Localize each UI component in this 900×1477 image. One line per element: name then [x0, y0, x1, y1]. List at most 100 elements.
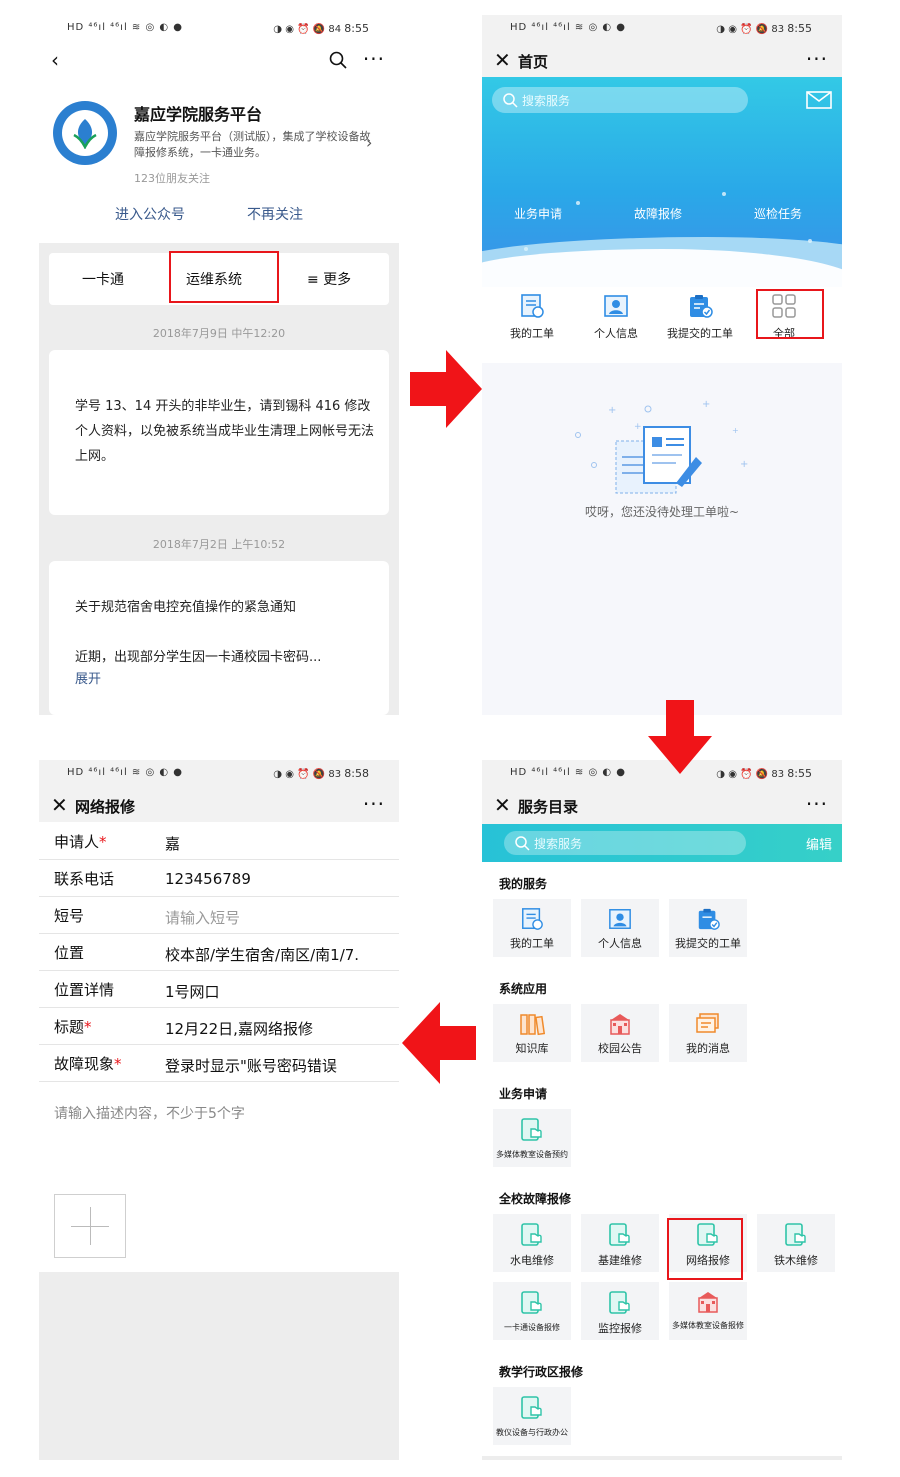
tile-monitor-repair[interactable]: 监控报修: [581, 1282, 659, 1340]
status-bar: HD ⁴⁶ıl ⁴⁶ıl ≋ ◎ ◐ ● ◑ ◉ ⏰ 🔕 83 8:55: [482, 15, 842, 41]
work-order-icon: [521, 294, 544, 318]
title-value[interactable]: 12月22日,嘉网络报修: [165, 1018, 387, 1039]
close-icon[interactable]: ✕: [51, 794, 68, 816]
tile-my-orders[interactable]: 我的工单: [493, 899, 571, 957]
battery-icon: 83: [771, 24, 785, 35]
phone-value[interactable]: 123456789: [165, 870, 387, 888]
quick-my-orders[interactable]: 我的工单: [490, 291, 574, 351]
tile-multimedia-repair[interactable]: 多媒体教室设备报修: [669, 1282, 747, 1340]
section-title: 我的服务: [499, 877, 548, 891]
clipboard-check-icon: [698, 908, 720, 930]
battery-icon: 83: [771, 769, 785, 780]
quick-submitted-orders[interactable]: 我提交的工单: [658, 291, 742, 351]
account-description: 嘉应学院服务平台（测试版），集成了学校设备故障报修系统，一卡通业务。: [134, 130, 371, 159]
field-location[interactable]: 位置 校本部/学生宿舍/南区/南1/7.: [39, 934, 399, 971]
svg-text:+: +: [608, 405, 616, 416]
message-card[interactable]: 学号 13、14 开头的非毕业生，请到锡科 416 修改个人资料，以免被系统当成…: [49, 350, 389, 515]
location-value[interactable]: 校本部/学生宿舍/南区/南1/7.: [165, 944, 387, 965]
symptom-value[interactable]: 登录时显示"账号密码错误: [165, 1055, 387, 1076]
add-image-button[interactable]: [54, 1194, 126, 1258]
banner-link-repair[interactable]: 故障报修: [634, 205, 682, 222]
page-title: 首页: [518, 53, 549, 71]
form-footer-area: [39, 1272, 399, 1460]
service-catalog-screen: HD ⁴⁶ıl ⁴⁶ıl ≋ ◎ ◐ ● ◑ ◉ ⏰ 🔕 83 8:55 ✕ 服…: [482, 760, 842, 1460]
arrow-right-icon: [410, 350, 482, 428]
account-name: 嘉应学院服务平台: [134, 105, 263, 124]
edit-button[interactable]: 编辑: [806, 834, 832, 853]
field-applicant[interactable]: 申请人* 嘉: [39, 823, 399, 860]
tablet-touch-icon: [521, 1118, 542, 1141]
search-icon[interactable]: [329, 51, 347, 69]
more-icon[interactable]: ···: [363, 792, 385, 816]
banner: 搜索服务 业务申请 故障报修 巡检任务: [482, 77, 842, 309]
arrow-left-icon: [402, 1002, 476, 1084]
tile-teaching-admin-repair[interactable]: 教仪设备与行政办公: [493, 1387, 571, 1445]
tile-my-messages[interactable]: 我的消息: [669, 1004, 747, 1062]
message-timestamp: 2018年7月2日 上午10:52: [152, 538, 286, 551]
battery-icon: 84: [328, 24, 342, 35]
back-icon[interactable]: ‹: [51, 49, 59, 71]
tile-iron-wood-repair[interactable]: 铁木维修: [757, 1214, 835, 1272]
tile-ecard-device-repair[interactable]: 一卡通设备报修: [493, 1282, 571, 1340]
status-right: ◑ ◉ ⏰ 🔕 83 8:55: [716, 22, 812, 35]
tablet-touch-icon: [521, 1291, 542, 1314]
tile-campus-notice[interactable]: 校园公告: [581, 1004, 659, 1062]
close-icon[interactable]: ✕: [494, 49, 511, 71]
status-left: HD ⁴⁶ıl ⁴⁶ıl ≋ ◎ ◐ ●: [510, 22, 626, 33]
school-building-icon: [698, 1292, 718, 1313]
enter-account-button[interactable]: 进入公众号: [115, 204, 185, 224]
unfollow-button[interactable]: 不再关注: [247, 204, 303, 224]
empty-document-icon: + + + + +: [575, 399, 748, 494]
search-input[interactable]: 搜索服务: [492, 87, 748, 113]
books-icon: [520, 1014, 545, 1036]
description-input[interactable]: 请输入描述内容，不少于5个字: [54, 1103, 245, 1123]
close-icon[interactable]: ✕: [494, 794, 511, 816]
work-order-icon: [522, 908, 543, 930]
location-detail-value[interactable]: 1号网口: [165, 981, 387, 1002]
more-icon[interactable]: ···: [806, 47, 828, 71]
message-card[interactable]: 关于规范宿舍电控充值操作的紧急通知 近期，出现部分学生因一卡通校园卡密码... …: [49, 561, 389, 715]
status-bar: HD ⁴⁶ıl ⁴⁶ıl ≋ ◎ ◐ ● ◑ ◉ ⏰ 🔕 83 8:58: [39, 760, 399, 786]
highlight-box-ops-system: [169, 251, 279, 303]
tile-water-electric-repair[interactable]: 水电维修: [493, 1214, 571, 1272]
field-short-number[interactable]: 短号 请输入短号: [39, 897, 399, 934]
menu-item-more[interactable]: ≡ 更多: [307, 269, 351, 289]
expand-link[interactable]: 展开: [75, 667, 375, 692]
tile-profile[interactable]: 个人信息: [581, 899, 659, 957]
navbar: ✕ 首页 ···: [482, 43, 842, 79]
more-icon[interactable]: ···: [363, 47, 385, 71]
search-input[interactable]: 搜索服务: [504, 831, 746, 855]
mail-icon[interactable]: [806, 91, 832, 109]
search-icon: [515, 836, 530, 851]
quick-profile[interactable]: 个人信息: [574, 291, 658, 351]
tile-multimedia-booking[interactable]: 多媒体教室设备预约: [493, 1109, 571, 1167]
account-logo: [53, 101, 117, 165]
field-symptom[interactable]: 故障现象* 登录时显示"账号密码错误: [39, 1045, 399, 1082]
status-right: ◑ ◉ ⏰ 🔕 83 8:55: [716, 767, 812, 780]
section-title: 全校故障报修: [499, 1192, 572, 1206]
empty-message: 哎呀，您还没待处理工单啦~: [584, 505, 740, 519]
page-title: 服务目录: [518, 798, 579, 816]
profile-card-icon: [609, 909, 631, 929]
field-location-detail[interactable]: 位置详情 1号网口: [39, 971, 399, 1008]
tablet-touch-icon: [609, 1291, 630, 1314]
tablet-touch-icon: [521, 1396, 542, 1419]
tile-submitted-orders[interactable]: 我提交的工单: [669, 899, 747, 957]
clipboard-check-icon: [690, 295, 713, 318]
short-number-input[interactable]: 请输入短号: [165, 907, 387, 928]
tile-construction-repair[interactable]: 基建维修: [581, 1214, 659, 1272]
tile-knowledge-base[interactable]: 知识库: [493, 1004, 571, 1062]
bottom-strip: [482, 1456, 842, 1460]
banner-link-inspection[interactable]: 巡检任务: [754, 205, 802, 222]
applicant-value[interactable]: 嘉: [165, 833, 387, 854]
chevron-right-icon[interactable]: ›: [366, 133, 372, 152]
menu-item-ecard[interactable]: 一卡通: [82, 269, 124, 289]
home-screen: HD ⁴⁶ıl ⁴⁶ıl ≋ ◎ ◐ ● ◑ ◉ ⏰ 🔕 83 8:55 ✕ 首…: [482, 15, 842, 715]
field-phone[interactable]: 联系电话 123456789: [39, 860, 399, 897]
field-title[interactable]: 标题* 12月22日,嘉网络报修: [39, 1008, 399, 1045]
tablet-touch-icon: [785, 1223, 806, 1246]
svg-text:+: +: [732, 426, 739, 435]
more-icon[interactable]: ···: [806, 792, 828, 816]
message-icon: [696, 1013, 719, 1033]
banner-link-business[interactable]: 业务申请: [514, 205, 562, 222]
